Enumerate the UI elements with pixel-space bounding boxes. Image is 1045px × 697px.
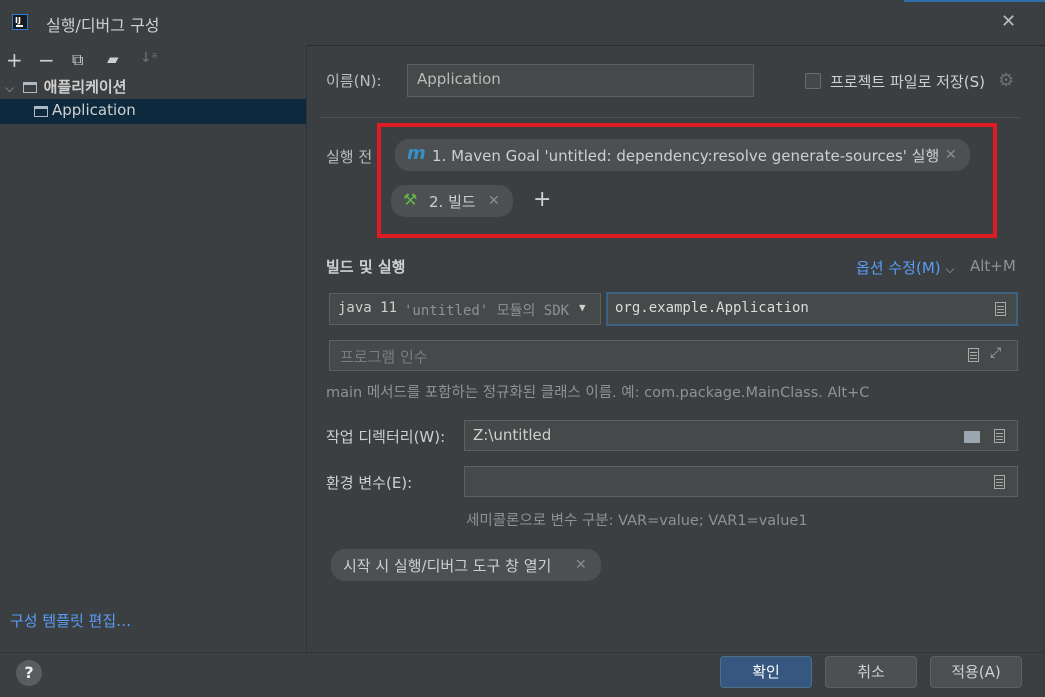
build-run-heading: 빌드 및 실행: [326, 258, 406, 276]
application-group-icon: [22, 82, 37, 93]
tree-node-label: 애플리케이션: [43, 78, 127, 96]
name-input[interactable]: Application: [407, 64, 754, 97]
apply-button[interactable]: 적용(A): [930, 656, 1022, 688]
macro-icon[interactable]: [994, 429, 1005, 443]
window-accent-line: [904, 0, 1045, 2]
edit-env-icon[interactable]: [994, 475, 1005, 489]
section-divider: [320, 117, 1020, 118]
chevron-down-icon: ⌵: [5, 81, 15, 95]
remove-icon[interactable]: −: [38, 48, 55, 72]
option-label: 시작 시 실행/디버그 도구 창 열기: [343, 557, 552, 575]
name-label: 이름(N):: [326, 72, 382, 90]
dropdown-arrow-icon: ▼: [579, 301, 586, 314]
close-icon[interactable]: ✕: [1001, 11, 1016, 32]
main-class-input[interactable]: org.example.Application: [606, 292, 1018, 326]
save-to-project-checkbox[interactable]: [805, 73, 821, 89]
main-class-hint: main 메서드를 포함하는 정규화된 클래스 이름. 예: com.packa…: [326, 385, 870, 401]
gear-icon[interactable]: ⚙: [998, 70, 1014, 91]
edit-templates-link[interactable]: 구성 템플릿 편집…: [10, 610, 131, 631]
tree-node-application-group[interactable]: ⌵ 애플리케이션: [5, 76, 305, 98]
folder-icon[interactable]: [964, 431, 980, 443]
modify-options-label: 옵션 수정(M): [856, 259, 941, 277]
workdir-value: Z:\untitled: [473, 426, 552, 444]
add-icon[interactable]: +: [6, 48, 23, 72]
modify-options-shortcut: Alt+M: [970, 257, 1016, 275]
help-icon[interactable]: ?: [16, 660, 42, 686]
fullscreen-icon[interactable]: ⤢: [990, 345, 1001, 361]
sdk-select[interactable]: java 11 'untitled' 모듈의 SDK ▼: [329, 293, 601, 325]
tree-node-application[interactable]: Application: [0, 99, 306, 124]
highlight-box: [377, 123, 997, 238]
modify-options-link[interactable]: 옵션 수정(M) ⌵: [856, 257, 955, 278]
configurations-panel: [0, 45, 307, 652]
application-config-icon: [34, 106, 48, 117]
save-to-project-label: 프로젝트 파일로 저장(S): [830, 73, 985, 91]
remove-option-icon[interactable]: ✕: [575, 557, 587, 573]
workdir-label: 작업 디렉터리(W):: [326, 428, 446, 446]
chevron-down-icon: ⌵: [945, 262, 955, 276]
copy-icon[interactable]: ⧉: [72, 50, 83, 70]
program-args-input[interactable]: 프로그램 인수 ⤢: [329, 340, 1018, 371]
tree-node-label: Application: [52, 101, 136, 119]
env-hint: 세미콜론으로 변수 구분: VAR=value; VAR1=value1: [466, 513, 808, 529]
sdk-module-text: 'untitled' 모듈의 SDK: [404, 303, 570, 319]
name-input-value: Application: [417, 70, 501, 88]
workdir-input[interactable]: Z:\untitled: [464, 420, 1018, 451]
program-args-placeholder: 프로그램 인수: [340, 348, 428, 366]
browse-class-icon[interactable]: [995, 302, 1006, 316]
sdk-java: java 11: [338, 300, 398, 316]
expand-text-icon[interactable]: [968, 348, 979, 362]
ok-button[interactable]: 확인: [720, 656, 812, 688]
cancel-button[interactable]: 취소: [825, 656, 917, 688]
before-launch-label: 실행 전: [326, 148, 373, 166]
new-folder-icon[interactable]: ▰: [107, 50, 119, 68]
env-input[interactable]: [464, 466, 1018, 497]
env-label: 환경 변수(E):: [326, 474, 413, 492]
open-tool-window-option[interactable]: 시작 시 실행/디버그 도구 창 열기 ✕: [331, 549, 601, 581]
intellij-app-icon: IJ: [12, 14, 28, 30]
window-title: 실행/디버그 구성: [46, 16, 160, 35]
footer-divider: [0, 652, 1045, 653]
main-class-value: org.example.Application: [615, 300, 809, 316]
sort-icon[interactable]: ↓ᵃ: [140, 50, 157, 66]
